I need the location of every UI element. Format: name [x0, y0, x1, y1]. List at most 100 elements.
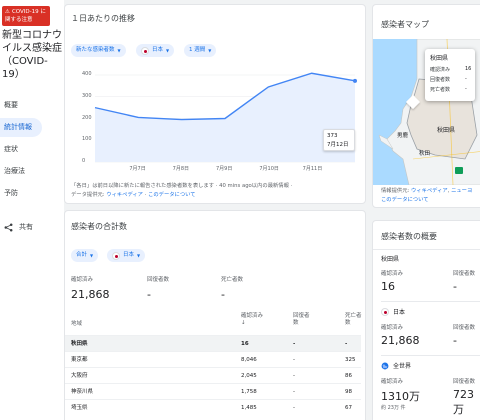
overview-world-confirmed-value: 1310万 — [381, 390, 420, 403]
cell-confirmed: 8,046 — [241, 357, 257, 363]
cell-confirmed: 1,758 — [241, 389, 257, 395]
cell-deaths: 325 — [345, 357, 356, 363]
warning-icon: ⚠ — [5, 9, 10, 15]
daily-trend-card: １日あたりの推移 新たな感染者数 ▼ 日本 ▼ 1 週間 ▼ 400 300 200 100… — [64, 4, 366, 204]
cell-region: 秋田県 — [71, 341, 88, 347]
overview-world-recovered-label: 回復者数 — [453, 379, 476, 385]
overview-akita-recovered-label: 回復者数 — [453, 271, 476, 277]
overview-japan-confirmed-value: 21,868 — [381, 334, 420, 347]
case-overview-card: 感染者数の概要 秋田県 確認済み 16 回復者数 - 日本 確認済み 21,86… — [372, 220, 480, 420]
divider — [381, 301, 480, 302]
overview-world-recovered-value: 723万 — [453, 388, 474, 416]
col-recovered[interactable]: 回復者数 — [293, 313, 313, 327]
sidebar-item-1[interactable]: 統計情報 — [0, 118, 42, 137]
table-header: 地域 確認済み ↓ 回復者数 死亡者数 — [65, 311, 363, 335]
cell-deaths: - — [345, 341, 348, 347]
cell-recovered: - — [293, 341, 296, 347]
divider — [373, 249, 480, 250]
source-label: データ提供元: — [71, 192, 105, 198]
alert-text: COVID-19 に関する注意 — [5, 9, 46, 23]
footnote-definition: 「各日」は前日以降に新たに報告された感染者数を表します — [71, 183, 215, 189]
map-source-wikipedia-link[interactable]: ウィキペディア — [411, 188, 448, 194]
share-button[interactable]: 共有 — [4, 222, 33, 232]
share-icon — [4, 223, 13, 231]
cell-region: 大阪府 — [71, 373, 88, 379]
overview-region-japan-name: 日本 — [393, 309, 406, 316]
overview-world-confirmed-label: 確認済み — [381, 379, 404, 385]
map-tooltip-value: - — [465, 76, 467, 82]
cell-region: 東京都 — [71, 357, 88, 363]
page: ⚠ COVID-19 に関する注意 新型コロナウイルス感染症（COVID-19） … — [0, 0, 480, 420]
table-row[interactable]: 大阪府 2,045 - 86 — [65, 367, 361, 383]
sidebar: ⚠ COVID-19 に関する注意 新型コロナウイルス感染症（COVID-19） … — [0, 0, 64, 420]
map-tooltip-label: 死亡者数 — [430, 87, 451, 93]
table-row[interactable]: 東京都 8,046 - 325 — [65, 351, 361, 367]
case-map-title: 感染者マップ — [381, 20, 429, 29]
stat-recovered-label: 回復者数 — [147, 277, 170, 283]
cell-deaths: 86 — [345, 373, 352, 379]
stat-deaths-value: - — [221, 288, 225, 301]
stat-confirmed-label: 確認済み — [71, 277, 94, 283]
x-tick-label: 7月11日 — [302, 166, 323, 172]
map-about-data-link[interactable]: このデータについて — [381, 197, 429, 203]
cell-recovered: - — [293, 389, 295, 395]
map-tooltip-title: 秋田県 — [430, 55, 449, 62]
covid-alert-badge[interactable]: ⚠ COVID-19 に関する注意 — [2, 6, 50, 26]
col-deaths[interactable]: 死亡者数 — [345, 313, 363, 327]
overview-region-akita: 秋田県 — [381, 254, 399, 263]
x-tick-label: 7月10日 — [259, 166, 279, 172]
cell-region: 神奈川県 — [71, 389, 94, 395]
sidebar-item-3[interactable]: 治療法 — [0, 162, 42, 181]
overview-akita-recovered-value: - — [453, 280, 457, 293]
map-label-akita-city: 秋田 — [419, 151, 431, 157]
sidebar-item-4[interactable]: 予防 — [0, 184, 42, 203]
overview-akita-confirmed-value: 16 — [381, 280, 395, 293]
scope-dropdown[interactable]: 合計 ▼ — [71, 249, 99, 262]
map-label-oga: 男鹿 — [397, 133, 409, 139]
sidebar-item-2[interactable]: 症状 — [0, 140, 42, 159]
trend-source: データ提供元: ウィキペディア · このデータについて — [71, 192, 196, 198]
road-shield-icon — [455, 167, 463, 174]
case-overview-title: 感染者数の概要 — [381, 232, 437, 241]
share-label: 共有 — [19, 223, 33, 231]
overview-japan-recovered-value: - — [453, 334, 457, 347]
about-data-link[interactable]: このデータについて — [148, 192, 196, 198]
col-region[interactable]: 地域 — [71, 319, 82, 327]
map-label-akita-pref: 秋田県 — [437, 127, 456, 134]
daily-trend-chart[interactable] — [65, 5, 366, 204]
map-tooltip-label: 確認済み — [430, 67, 451, 73]
japan-flag-icon — [112, 251, 120, 260]
stat-deaths-label: 死亡者数 — [221, 277, 244, 283]
stat-confirmed-value: 21,868 — [71, 288, 110, 301]
table-row[interactable]: 秋田県 16 - - — [65, 335, 361, 351]
cell-deaths: 98 — [345, 389, 352, 395]
tooltip-date: 7月12日 — [327, 142, 349, 148]
sidebar-item-0[interactable]: 概要 — [0, 96, 42, 115]
total-cases-card: 感染者の合計数 合計 ▼ 日本 ▼ 確認済み 21,868 回復者数 - 死亡者数 … — [64, 210, 366, 420]
source-wikipedia-link[interactable]: ウィキペディア — [106, 192, 143, 198]
trend-point[interactable] — [353, 78, 357, 83]
cell-region: 埼玉県 — [71, 405, 88, 411]
chevron-down-icon: ▼ — [90, 253, 94, 258]
chart-tooltip: 373 7月12日 — [323, 129, 355, 151]
col-confirmed[interactable]: 確認済み ↓ — [241, 313, 267, 327]
stat-recovered-value: - — [147, 288, 151, 301]
cell-recovered: - — [293, 373, 295, 379]
chevron-down-icon: ▼ — [137, 253, 141, 258]
case-map-card: 感染者マップ 秋田県 秋田 男鹿 秋田県 確認済み 16 回復者数 - 死亡者数 - 情報… — [372, 4, 480, 208]
map-source-other-link[interactable]: ニューヨ — [451, 188, 472, 194]
scope-dropdown-label: 合計 — [76, 252, 88, 258]
map-source-label: 情報提供元: — [381, 188, 410, 194]
footnote-updated: 40 mins ago以内の最新情報 — [219, 183, 289, 189]
overview-region-world: 全世界 — [381, 361, 411, 370]
cell-confirmed: 16 — [241, 341, 249, 347]
x-tick-label: 7月9日 — [216, 166, 233, 172]
cell-confirmed: 1,485 — [241, 405, 257, 411]
overview-japan-recovered-label: 回復者数 — [453, 325, 476, 331]
overview-region-akita-name: 秋田県 — [381, 256, 400, 263]
table-row[interactable]: 神奈川県 1,758 - 98 — [65, 383, 361, 399]
total-region-dropdown[interactable]: 日本 ▼ — [107, 249, 146, 262]
table-row[interactable]: 埼玉県 1,485 - 67 — [65, 399, 361, 415]
overview-region-japan: 日本 — [381, 307, 405, 316]
sidebar-nav: 概要統計情報症状治療法予防 — [0, 96, 42, 206]
